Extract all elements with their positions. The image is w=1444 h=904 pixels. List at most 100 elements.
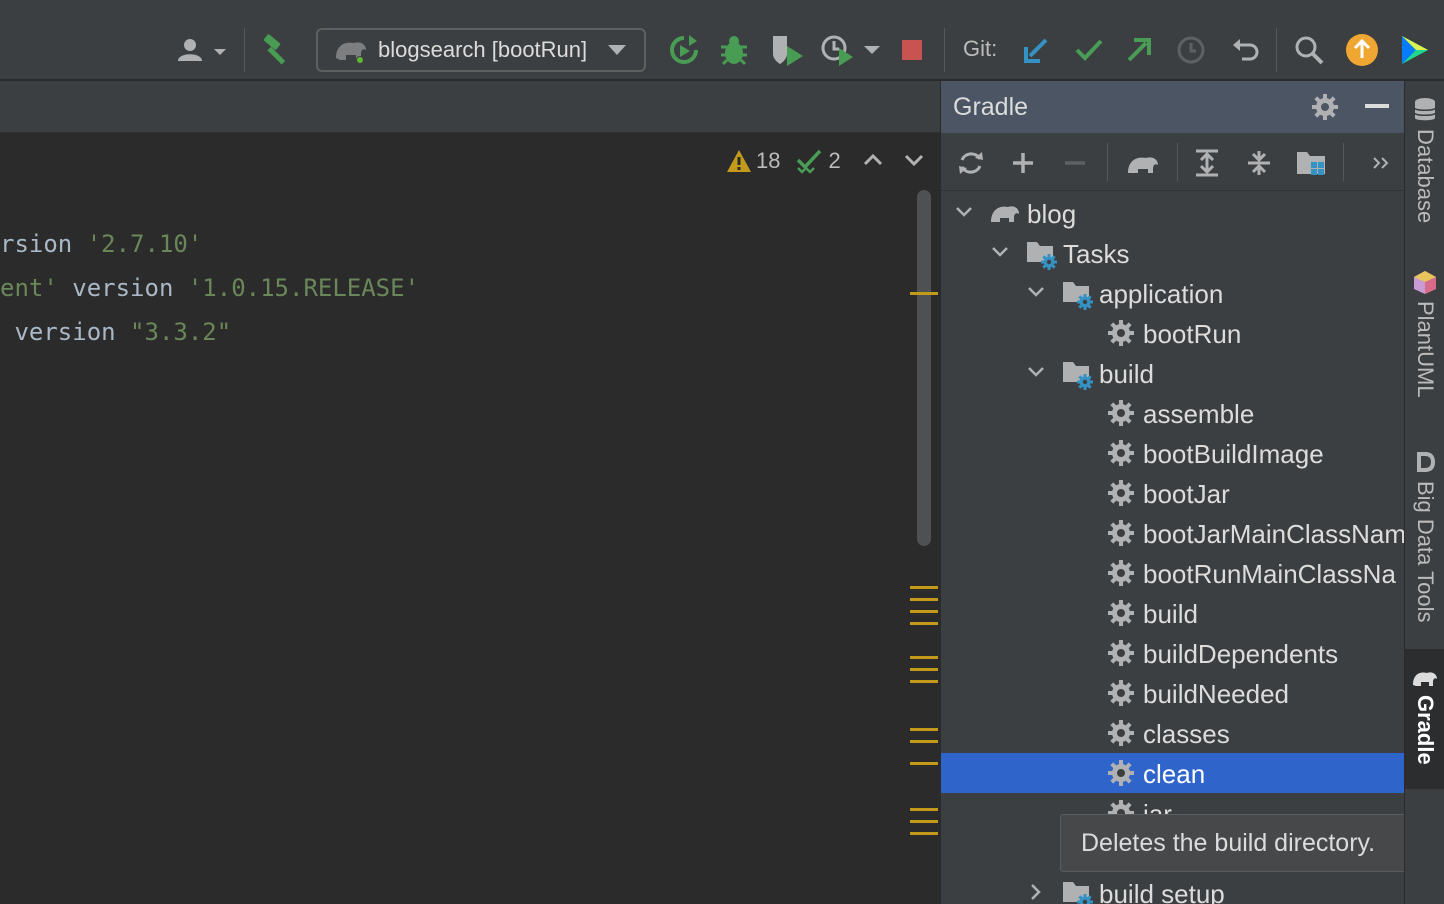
warning-stripe-mark[interactable] <box>910 728 938 731</box>
warning-stripe-mark[interactable] <box>910 622 938 625</box>
tree-row[interactable]: bootJar <box>941 473 1404 513</box>
gear-icon <box>1107 639 1135 672</box>
git-update-icon[interactable] <box>1020 30 1054 70</box>
chevron-down-icon <box>608 45 626 55</box>
tree-row-selected[interactable]: clean <box>941 753 1404 793</box>
ide-window: blogsearch [bootRun] Git: rsion '2.7.10'… <box>0 0 1444 904</box>
next-highlight-icon[interactable] <box>903 148 925 172</box>
task-folder-icon <box>1025 238 1059 275</box>
inspection-widget[interactable]: 18 2 <box>726 146 857 176</box>
warning-icon <box>727 150 751 172</box>
gradle-header: Gradle <box>941 81 1404 133</box>
tree-row[interactable]: Tasks <box>941 233 1404 273</box>
tree-row-label: application <box>1099 279 1224 309</box>
double-check-icon <box>797 149 822 174</box>
tree-row[interactable]: bootJarMainClassNam <box>941 513 1404 553</box>
checks-count: 2 <box>828 148 841 173</box>
chevron-down-icon[interactable] <box>953 201 975 228</box>
search-icon[interactable] <box>1292 30 1326 70</box>
tree-row-label: bootRunMainClassNa <box>1143 559 1396 589</box>
warning-stripe-mark[interactable] <box>910 762 938 765</box>
tree-row[interactable]: bootRun <box>941 313 1404 353</box>
git-push-icon[interactable] <box>1122 30 1156 70</box>
warning-stripe-mark[interactable] <box>910 808 938 811</box>
side-tab-gradle[interactable]: Gradle <box>1405 649 1444 789</box>
warning-stripe-mark[interactable] <box>910 598 938 601</box>
chevron-down-icon[interactable] <box>989 241 1011 268</box>
collapse-all-icon[interactable] <box>1243 147 1275 179</box>
warning-stripe-mark[interactable] <box>910 832 938 835</box>
user-account-icon[interactable] <box>172 30 232 70</box>
tree-row-label: buildDependents <box>1143 639 1339 669</box>
tree-row-label: bootJarMainClassNam <box>1143 519 1404 549</box>
run-configuration-selector[interactable]: blogsearch [bootRun] <box>316 28 646 72</box>
minimize-icon[interactable] <box>1365 103 1389 109</box>
tree-row-label: bootJar <box>1143 479 1230 509</box>
code-with-me-icon[interactable] <box>1396 30 1432 70</box>
tree-row[interactable]: blog <box>941 193 1404 233</box>
run-configuration-label: blogsearch [bootRun] <box>378 37 588 62</box>
chevron-down-icon[interactable] <box>1025 281 1047 308</box>
tree-row[interactable]: classes <box>941 713 1404 753</box>
warning-stripe-mark[interactable] <box>910 820 938 823</box>
task-folder-icon <box>1061 358 1095 395</box>
chevron-down-icon[interactable] <box>1025 361 1047 388</box>
warning-stripe-mark[interactable] <box>910 668 938 671</box>
warning-stripe-mark[interactable] <box>910 740 938 743</box>
tree-row[interactable]: build setup <box>941 873 1404 904</box>
ide-update-icon[interactable] <box>1344 30 1380 70</box>
tree-row[interactable]: buildNeeded <box>941 673 1404 713</box>
debug-bug-icon[interactable] <box>716 30 752 70</box>
warning-stripe-mark[interactable] <box>910 586 938 589</box>
tree-row-label: clean <box>1143 759 1206 789</box>
gradle-elephant-icon <box>1413 672 1437 686</box>
warning-stripe-mark[interactable] <box>910 610 938 613</box>
more-run-options-chevron-icon[interactable] <box>860 30 884 70</box>
tree-row[interactable]: build <box>941 593 1404 633</box>
execute-gradle-task-icon[interactable] <box>1125 147 1161 179</box>
task-description-tooltip: Deletes the build directory. <box>1060 814 1444 872</box>
gear-icon[interactable] <box>1311 93 1339 121</box>
side-tab-database[interactable]: Database <box>1405 97 1444 237</box>
git-rollback-icon[interactable] <box>1228 30 1262 70</box>
reload-icon[interactable] <box>955 147 987 179</box>
gear-icon <box>1107 319 1135 352</box>
tree-row[interactable]: application <box>941 273 1404 313</box>
stop-icon[interactable] <box>896 30 928 70</box>
task-folder-icon <box>1061 278 1095 315</box>
tree-row[interactable]: buildDependents <box>941 633 1404 673</box>
run-with-coverage-icon[interactable] <box>768 30 808 70</box>
rerun-icon[interactable] <box>664 30 704 70</box>
previous-highlight-icon[interactable] <box>862 148 884 172</box>
git-history-icon[interactable] <box>1174 30 1208 70</box>
gear-icon <box>1107 719 1135 752</box>
chevron-right-icon[interactable] <box>1025 881 1047 904</box>
tree-row[interactable]: build <box>941 353 1404 393</box>
big-data-tools-icon <box>1417 452 1435 472</box>
expand-all-icon[interactable] <box>1191 147 1223 179</box>
warning-stripe-mark[interactable] <box>910 292 938 295</box>
add-icon[interactable] <box>1007 147 1039 179</box>
tree-row[interactable]: bootBuildImage <box>941 433 1404 473</box>
side-tab-label: Big Data Tools <box>1413 481 1438 623</box>
tree-row[interactable]: assemble <box>941 393 1404 433</box>
gear-icon <box>1107 439 1135 472</box>
git-commit-check-icon[interactable] <box>1072 30 1106 70</box>
gear-icon <box>1107 599 1135 632</box>
profiler-icon[interactable] <box>818 30 858 70</box>
git-label: Git: <box>963 36 998 61</box>
tree-row-label: build <box>1099 359 1154 389</box>
show-dependencies-icon[interactable] <box>1295 147 1327 179</box>
warning-stripe-mark[interactable] <box>910 656 938 659</box>
editor-scrollbar-thumb[interactable] <box>917 190 931 546</box>
gradle-elephant-icon <box>989 198 1021 231</box>
code-line: rsion '2.7.10' <box>0 230 203 258</box>
side-tab-label: Database <box>1413 129 1438 224</box>
more-actions-chevron-icon[interactable] <box>1369 147 1393 179</box>
build-hammer-icon[interactable] <box>258 30 298 70</box>
side-tab-plantuml[interactable]: PlantUML <box>1405 269 1444 409</box>
side-tab-big-data-tools[interactable]: Big Data Tools <box>1405 449 1444 629</box>
tree-row-label: bootRun <box>1143 319 1242 349</box>
warning-stripe-mark[interactable] <box>910 680 938 683</box>
tree-row[interactable]: bootRunMainClassNa <box>941 553 1404 593</box>
